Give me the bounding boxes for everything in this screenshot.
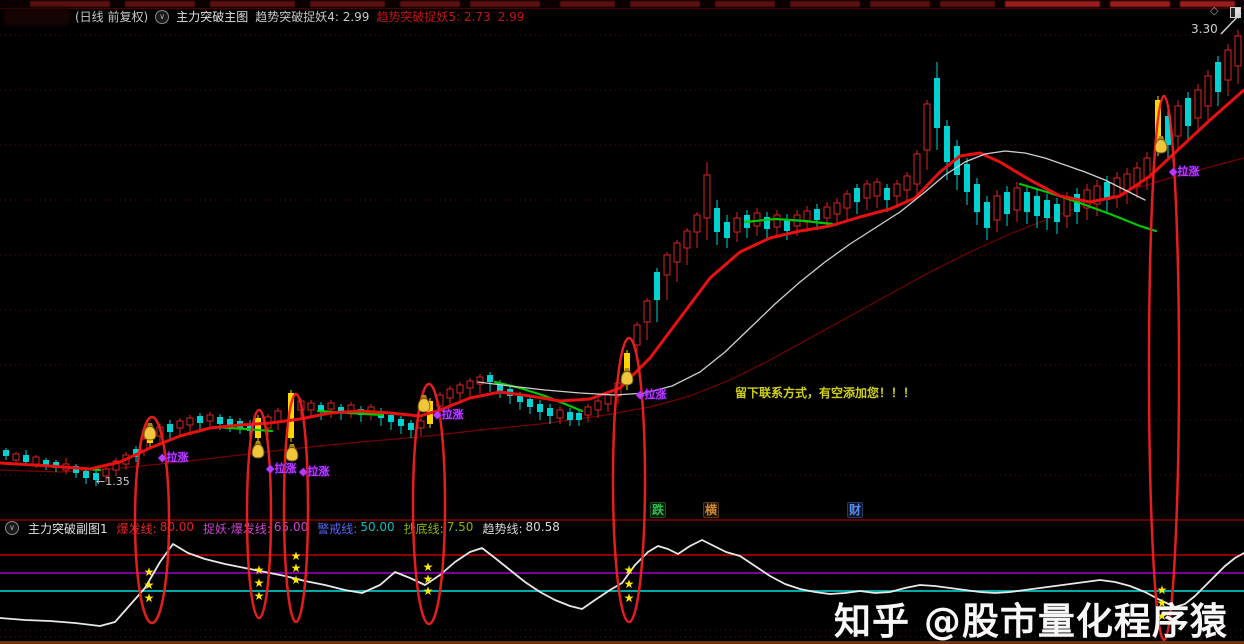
star-icon: ★ [423, 584, 434, 598]
bag-body [417, 397, 431, 413]
pull-up-label: ◆拉涨 [266, 462, 297, 475]
pull-up-label: ◆拉涨 [299, 465, 330, 478]
star-icon: ★ [254, 576, 265, 590]
pull-up-label: ◆拉涨 [636, 388, 667, 401]
star-icon: ★ [291, 573, 302, 587]
bag-body [620, 370, 634, 386]
pull-up-label: ◆拉涨 [158, 451, 189, 464]
star-icon: ★ [254, 589, 265, 603]
star-icon: ★ [254, 563, 265, 577]
trading-app-window: (日线 前复权) ∨ 主力突破主图 趋势突破捉妖4: 2.99 趋势突破捉妖5:… [0, 0, 1244, 644]
money-bag-icon [620, 368, 634, 386]
star-icon: ★ [624, 563, 635, 577]
annotation-layer: ★★★★★★★★★★★★★★★★★★ [133, 12, 1242, 642]
watermark-text: 知乎 @股市量化程序猿 [834, 600, 1228, 643]
pull-up-label: ◆拉涨 [433, 408, 464, 421]
star-icon: ★ [144, 591, 155, 605]
bag-body [1154, 138, 1168, 154]
star-icon: ★ [624, 577, 635, 591]
star-icon: ★ [624, 591, 635, 605]
bag-body [143, 425, 157, 441]
star-icon: ★ [144, 565, 155, 579]
annotation-ellipse [282, 392, 310, 624]
bag-body [285, 446, 299, 462]
money-bag-icon [285, 444, 299, 462]
star-icon: ★ [144, 578, 155, 592]
money-bag-icon [417, 395, 431, 413]
pull-up-label: ◆拉涨 [1169, 165, 1200, 178]
money-bag-icon [251, 441, 265, 459]
bag-body [251, 443, 265, 459]
